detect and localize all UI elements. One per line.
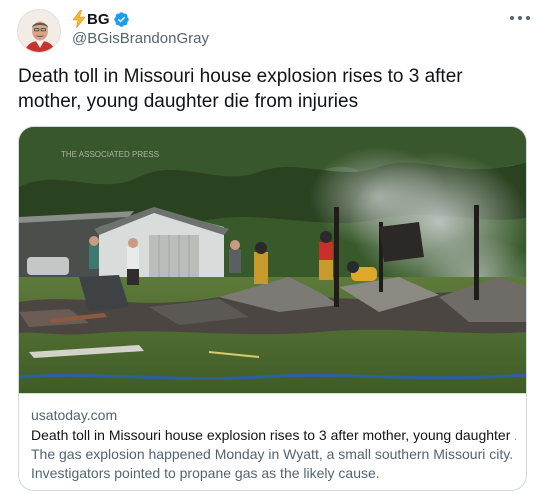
avatar[interactable] — [17, 9, 61, 53]
card-image[interactable]: THE ASSOCIATED PRESS — [19, 127, 526, 393]
lightning-bolt-icon — [72, 9, 86, 29]
card-domain: usatoday.com — [31, 407, 118, 423]
tweet-text: Death toll in Missouri house explosion r… — [18, 66, 463, 112]
tweet: BG @BGisBrandonGray Death toll in Missou… — [0, 0, 550, 499]
avatar-portrait-icon — [18, 10, 60, 52]
card-title: Death toll in Missouri house explosion r… — [31, 427, 516, 443]
card-body: usatoday.com Death toll in Missouri hous… — [19, 393, 526, 490]
verified-badge-icon — [113, 11, 130, 28]
photo-watermark: THE ASSOCIATED PRESS — [61, 150, 159, 159]
display-name[interactable]: BG — [87, 11, 110, 28]
card-description: The gas explosion happened Monday in Wya… — [31, 446, 514, 481]
news-photo: THE ASSOCIATED PRESS — [19, 127, 526, 393]
user-handle[interactable]: @BGisBrandonGray — [72, 30, 209, 47]
name-row: BG — [72, 9, 209, 29]
more-options-icon[interactable] — [510, 10, 530, 26]
author-block: BG @BGisBrandonGray — [72, 9, 209, 47]
link-preview-card[interactable]: THE ASSOCIATED PRESS usatoday.com Death … — [18, 126, 527, 491]
